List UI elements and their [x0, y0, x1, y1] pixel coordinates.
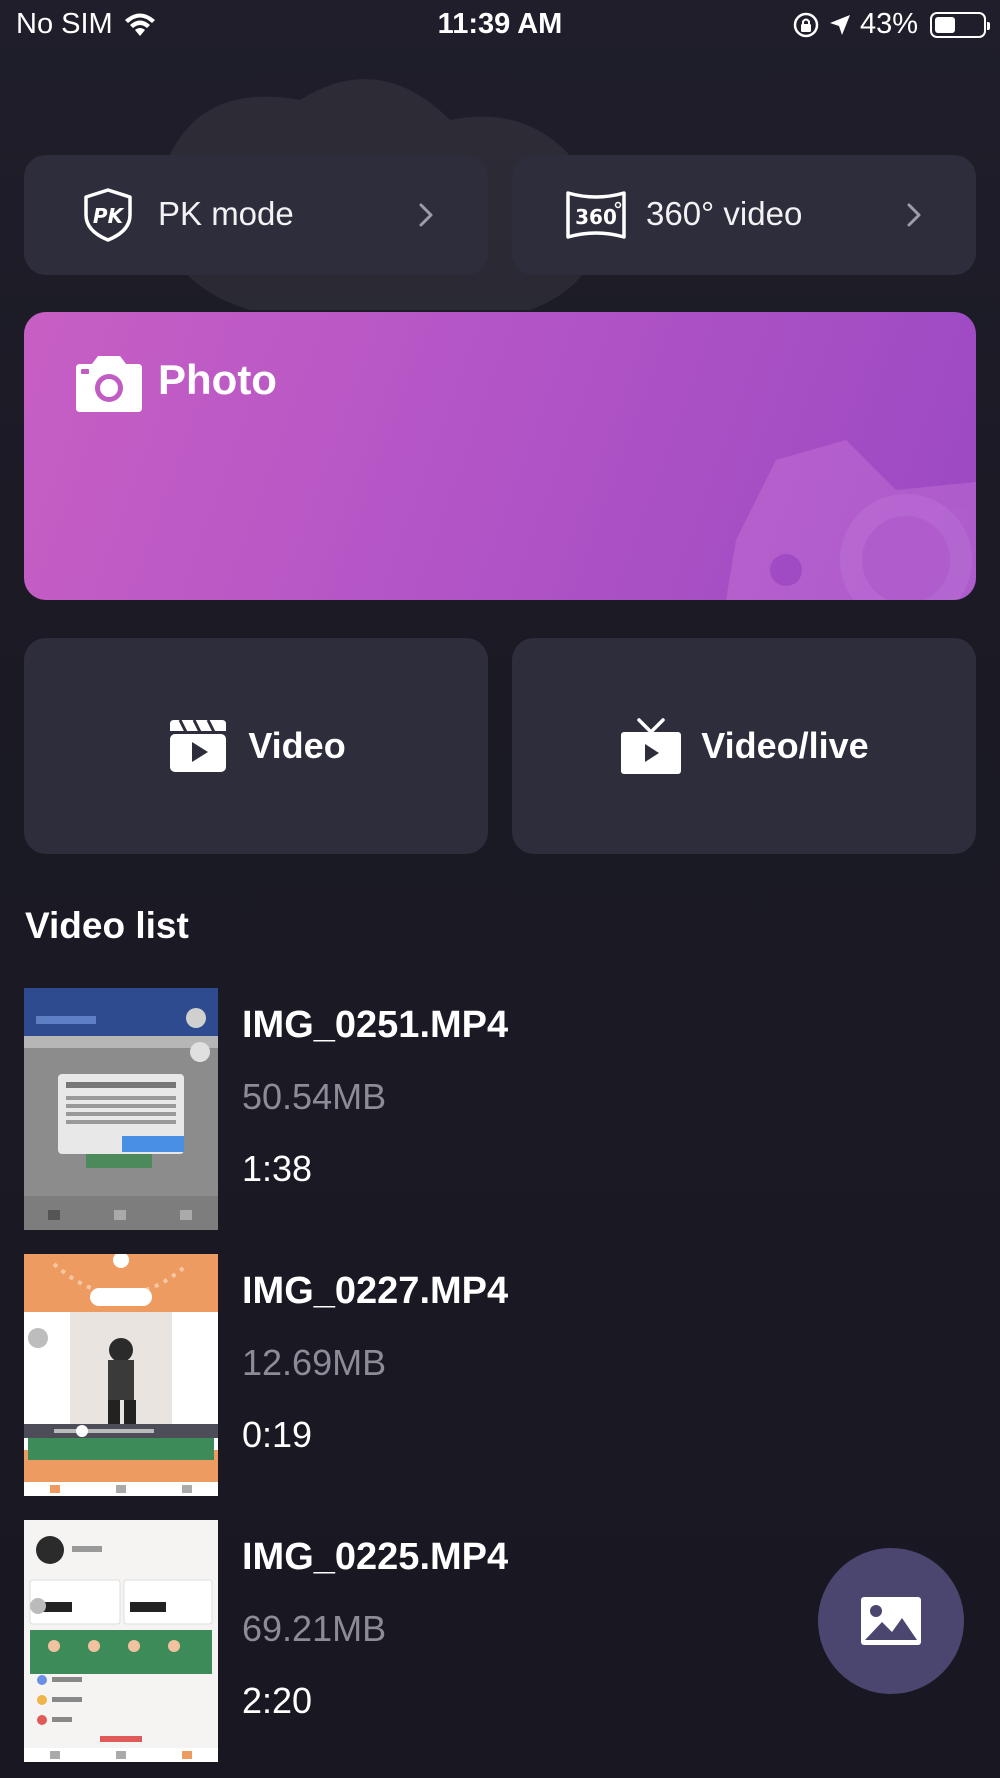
video-label: Video: [248, 725, 346, 766]
pk-mode-card[interactable]: PK PK mode: [24, 155, 488, 275]
chevron-right-icon: [419, 203, 433, 227]
photo-label: Photo: [158, 356, 277, 403]
video-duration: 1:38: [242, 1148, 313, 1189]
battery-fill: [935, 16, 955, 33]
video-list-title: Video list: [25, 905, 189, 946]
video-name: IMG_0227.MP4: [242, 1270, 509, 1312]
chevron-right-icon: [907, 203, 921, 227]
pk-shield-icon: PK: [84, 188, 132, 242]
camera-icon: [76, 356, 142, 412]
video-thumbnail: [24, 1254, 218, 1496]
video-thumbnail-image: [24, 1254, 218, 1496]
svg-text:360: 360: [575, 205, 617, 229]
video-live-card-content: Video/live: [512, 638, 976, 854]
video-live-label: Video/live: [701, 725, 869, 766]
video-thumbnail-image: [24, 988, 218, 1230]
gallery-button[interactable]: [818, 1548, 964, 1694]
video-thumbnail-image: [24, 1520, 218, 1762]
video-name: IMG_0251.MP4: [242, 1004, 509, 1046]
video-size: 12.69MB: [242, 1342, 387, 1383]
image-icon: [861, 1597, 921, 1645]
battery-percent: 43%: [859, 8, 918, 40]
360-icon: 360: [566, 191, 626, 239]
video-duration: 0:19: [242, 1414, 313, 1455]
video-card[interactable]: Video: [24, 638, 488, 854]
video-live-card[interactable]: Video/live: [512, 638, 976, 854]
video-size: 50.54MB: [242, 1076, 387, 1117]
clapperboard-icon: [170, 719, 227, 772]
camera-watermark-icon: [726, 440, 976, 600]
video-thumbnail: [24, 988, 218, 1230]
photo-card[interactable]: Photo: [24, 312, 976, 600]
rotation-lock-icon: [793, 12, 819, 37]
pk-mode-label: PK mode: [158, 195, 294, 232]
video-name: IMG_0225.MP4: [242, 1536, 509, 1578]
video-list-item[interactable]: IMG_0251.MP4 50.54MB 1:38: [24, 988, 976, 1230]
svg-text:PK: PK: [93, 204, 125, 228]
video-card-content: Video: [24, 638, 488, 854]
status-right: 43%: [792, 8, 990, 41]
tv-live-icon: [621, 718, 682, 774]
video-list-item[interactable]: IMG_0227.MP4 12.69MB 0:19: [24, 1254, 976, 1496]
video-duration: 2:20: [242, 1680, 313, 1721]
home-screen: No SIM 11:39 AM 43% PK PK mode 360 360° …: [0, 0, 1000, 1778]
battery-icon: [930, 11, 990, 38]
video-thumbnail: [24, 1520, 218, 1762]
status-bar: No SIM 11:39 AM 43%: [0, 0, 1000, 50]
360-video-card[interactable]: 360 360° video: [512, 155, 976, 275]
location-arrow-icon: [829, 14, 850, 35]
video-size: 69.21MB: [242, 1608, 387, 1649]
360-video-label: 360° video: [646, 195, 803, 232]
